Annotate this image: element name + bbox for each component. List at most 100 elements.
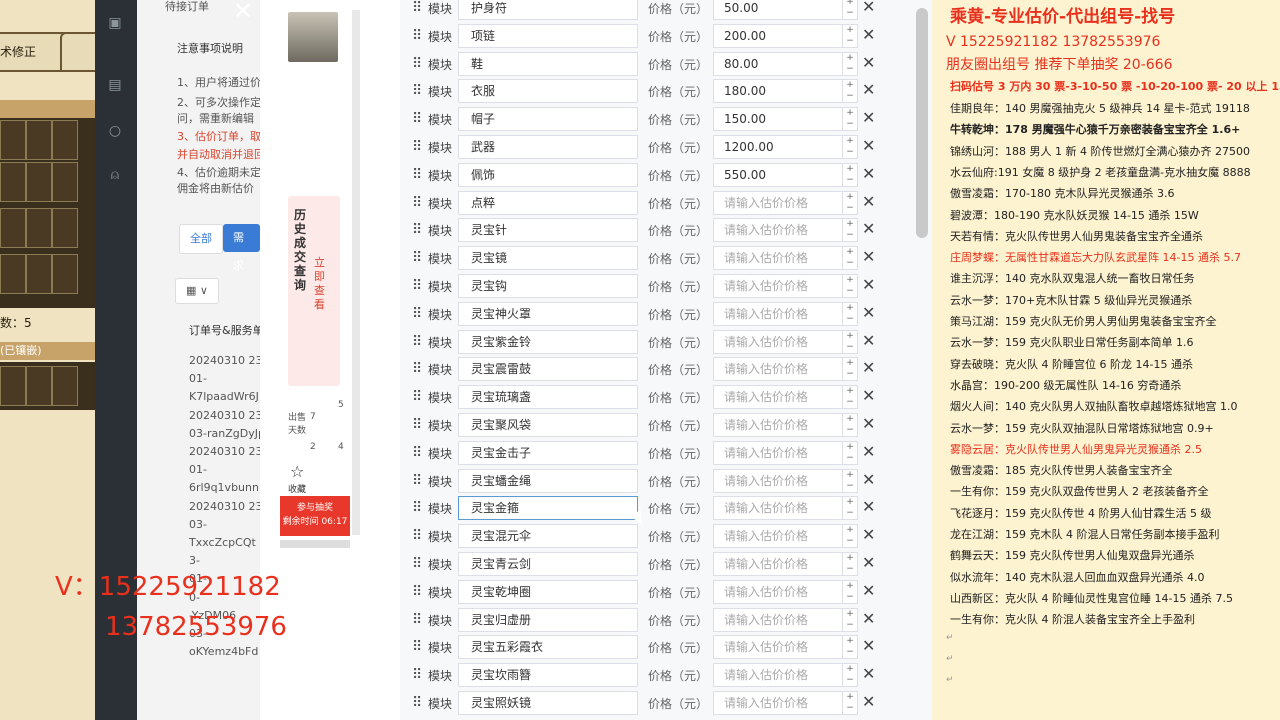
delete-row-icon[interactable]: ✕ bbox=[862, 386, 875, 405]
price-input[interactable]: 80.00 + − bbox=[713, 51, 858, 76]
price-stepper[interactable]: + − bbox=[842, 108, 857, 131]
order-id[interactable]: 20240310 23- bbox=[189, 409, 260, 422]
drag-handle-icon[interactable]: ⠿ bbox=[412, 250, 422, 266]
delete-row-icon[interactable]: ✕ bbox=[862, 553, 875, 572]
price-input[interactable]: 请输入估价价格 + − bbox=[713, 190, 858, 215]
module-name-input[interactable]: 灵宝坎雨簪 bbox=[458, 663, 638, 688]
price-input[interactable]: 请输入估价价格 + − bbox=[713, 496, 858, 521]
grid-cell[interactable] bbox=[26, 162, 52, 202]
delete-row-icon[interactable]: ✕ bbox=[862, 442, 875, 461]
order-id[interactable]: TxxcZcpCQt bbox=[189, 536, 256, 549]
price-input[interactable]: 请输入估价价格 + − bbox=[713, 468, 858, 493]
grid-cell[interactable] bbox=[52, 254, 78, 294]
document-icon[interactable]: ▤ bbox=[106, 76, 124, 94]
grid-cell[interactable] bbox=[26, 208, 52, 248]
delete-row-icon[interactable]: ✕ bbox=[862, 581, 875, 600]
price-stepper[interactable]: + − bbox=[842, 219, 857, 242]
module-name-input[interactable]: 灵宝紫金铃 bbox=[458, 329, 638, 354]
order-id[interactable]: 20240310 23- bbox=[189, 354, 260, 367]
order-id[interactable]: 20240310 23- bbox=[189, 445, 260, 458]
order-id[interactable]: 20240310 23- bbox=[189, 500, 260, 513]
module-name-input[interactable]: 灵宝震雷鼓 bbox=[458, 357, 638, 382]
filter-all-button[interactable]: 全部 bbox=[179, 224, 223, 254]
grid-cell[interactable] bbox=[52, 366, 78, 406]
order-id[interactable]: 03- bbox=[189, 518, 207, 531]
delete-row-icon[interactable]: ✕ bbox=[862, 414, 875, 433]
user-icon[interactable]: ⍝ bbox=[106, 166, 124, 184]
price-input[interactable]: 请输入估价价格 + − bbox=[713, 357, 858, 382]
character-avatar[interactable] bbox=[288, 12, 338, 62]
module-name-input[interactable]: 灵宝归虚册 bbox=[458, 607, 638, 632]
form-scrollbar[interactable] bbox=[916, 8, 928, 238]
module-name-input[interactable]: 灵宝金击子 bbox=[458, 440, 638, 465]
module-name-input[interactable]: 灵宝青云剑 bbox=[458, 552, 638, 576]
price-input[interactable]: 请输入估价价格 + − bbox=[713, 579, 858, 604]
grid-cell[interactable] bbox=[0, 254, 26, 294]
scrollbar[interactable] bbox=[352, 10, 360, 535]
price-stepper[interactable]: + − bbox=[842, 553, 857, 575]
grid-cell[interactable] bbox=[0, 120, 26, 160]
price-input[interactable]: 请输入估价价格 + − bbox=[713, 635, 858, 660]
drag-handle-icon[interactable]: ⠿ bbox=[412, 584, 422, 600]
game-tab-2[interactable] bbox=[60, 32, 95, 72]
delete-row-icon[interactable]: ✕ bbox=[862, 275, 875, 294]
module-name-input[interactable]: 灵宝钩 bbox=[458, 274, 638, 298]
order-id[interactable]: 01- bbox=[189, 463, 207, 476]
price-input[interactable]: 请输入估价价格 + − bbox=[713, 663, 858, 688]
module-name-input[interactable]: 灵宝琉璃盏 bbox=[458, 385, 638, 410]
grid-cell[interactable] bbox=[52, 120, 78, 160]
module-name-input[interactable]: 灵宝五彩霞衣 bbox=[458, 635, 638, 660]
grid-cell[interactable] bbox=[0, 208, 26, 248]
drag-handle-icon[interactable]: ⠿ bbox=[412, 278, 422, 294]
grid-cell[interactable] bbox=[52, 208, 78, 248]
drag-handle-icon[interactable]: ⠿ bbox=[412, 361, 422, 377]
module-name-input[interactable]: 武器 bbox=[458, 135, 638, 159]
price-input[interactable]: 150.00 + − bbox=[713, 107, 858, 132]
star-icon[interactable]: ☆ bbox=[290, 462, 304, 481]
delete-row-icon[interactable]: ✕ bbox=[862, 192, 875, 211]
price-input[interactable]: 200.00 + − bbox=[713, 23, 858, 48]
drag-handle-icon[interactable]: ⠿ bbox=[412, 28, 422, 44]
price-input[interactable]: 请输入估价价格 + − bbox=[713, 552, 858, 576]
price-stepper[interactable]: + − bbox=[842, 247, 857, 270]
drag-handle-icon[interactable]: ⠿ bbox=[412, 556, 422, 572]
order-id[interactable]: 6rl9q1vbunnN bbox=[189, 481, 260, 494]
delete-row-icon[interactable]: ✕ bbox=[862, 136, 875, 155]
drag-handle-icon[interactable]: ⠿ bbox=[412, 473, 422, 489]
price-stepper[interactable]: + − bbox=[842, 636, 857, 659]
price-stepper[interactable]: + − bbox=[842, 441, 857, 464]
delete-row-icon[interactable]: ✕ bbox=[862, 247, 875, 266]
price-input[interactable]: 1200.00 + − bbox=[713, 135, 858, 159]
drag-handle-icon[interactable]: ⠿ bbox=[412, 612, 422, 628]
tab-title[interactable]: 待接订单 bbox=[165, 0, 209, 14]
price-input[interactable]: 请输入估价价格 + − bbox=[713, 413, 858, 437]
drag-handle-icon[interactable]: ⠿ bbox=[412, 222, 422, 238]
price-input[interactable]: 请输入估价价格 + − bbox=[713, 524, 858, 549]
price-input[interactable]: 请输入估价价格 + − bbox=[713, 218, 858, 243]
delete-row-icon[interactable]: ✕ bbox=[862, 331, 875, 350]
drag-handle-icon[interactable]: ⠿ bbox=[412, 667, 422, 683]
delete-row-icon[interactable]: ✕ bbox=[862, 303, 875, 322]
order-id[interactable]: 01- bbox=[189, 372, 207, 385]
price-stepper[interactable]: + − bbox=[842, 302, 857, 325]
price-input[interactable]: 请输入估价价格 + − bbox=[713, 301, 858, 326]
module-name-input[interactable]: 灵宝金箍 bbox=[458, 496, 638, 521]
price-stepper[interactable]: + − bbox=[842, 275, 857, 297]
drag-handle-icon[interactable]: ⠿ bbox=[412, 139, 422, 155]
drag-handle-icon[interactable]: ⠿ bbox=[412, 389, 422, 405]
module-name-input[interactable]: 佩饰 bbox=[458, 162, 638, 187]
grid-cell[interactable] bbox=[26, 120, 52, 160]
price-input[interactable]: 请输入估价价格 + − bbox=[713, 440, 858, 465]
price-stepper[interactable]: + − bbox=[842, 358, 857, 381]
price-input[interactable]: 请输入估价价格 + − bbox=[713, 691, 858, 715]
price-input[interactable]: 请输入估价价格 + − bbox=[713, 329, 858, 354]
grid-cell[interactable] bbox=[0, 162, 26, 202]
price-stepper[interactable]: + − bbox=[842, 692, 857, 714]
module-name-input[interactable]: 灵宝针 bbox=[458, 218, 638, 243]
price-stepper[interactable]: + − bbox=[842, 497, 857, 520]
grid-cell[interactable] bbox=[0, 366, 26, 406]
module-name-input[interactable]: 衣服 bbox=[458, 79, 638, 104]
price-stepper[interactable]: + − bbox=[842, 469, 857, 492]
module-name-input[interactable]: 灵宝聚风袋 bbox=[458, 413, 638, 437]
price-input[interactable]: 550.00 + − bbox=[713, 162, 858, 187]
